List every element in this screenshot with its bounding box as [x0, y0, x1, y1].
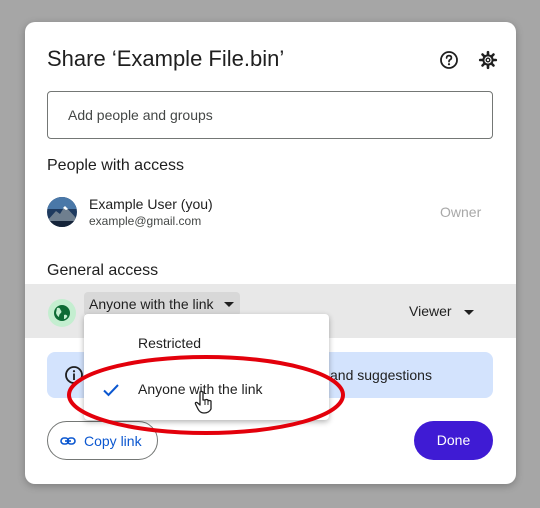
globe-icon [54, 305, 70, 321]
people-with-access-heading: People with access [47, 157, 184, 174]
done-label: Done [436, 432, 471, 448]
general-access-selected: Anyone with the link [89, 296, 214, 312]
hand-cursor-icon [194, 390, 212, 414]
user-name: Example User (you) [89, 196, 213, 212]
dialog-title: Share ‘Example File.bin’ [47, 46, 285, 71]
general-access-heading: General access [47, 262, 159, 279]
add-people-input[interactable] [47, 91, 493, 139]
caret-down-icon [223, 302, 234, 307]
globe-icon-container [48, 299, 76, 327]
owner-role-label: Owner [440, 204, 482, 220]
user-avatar [47, 197, 77, 227]
role-caret-down-icon[interactable] [464, 310, 474, 315]
done-button[interactable]: Done [414, 421, 493, 460]
help-icon[interactable] [439, 50, 459, 70]
gear-icon[interactable] [478, 50, 498, 70]
menu-item-label: Restricted [138, 335, 202, 351]
general-access-dropdown[interactable]: Anyone with the link [84, 292, 240, 316]
role-dropdown[interactable]: Viewer [409, 303, 452, 319]
mountain-avatar-icon [47, 197, 77, 227]
user-email: example@gmail.com [89, 214, 202, 228]
